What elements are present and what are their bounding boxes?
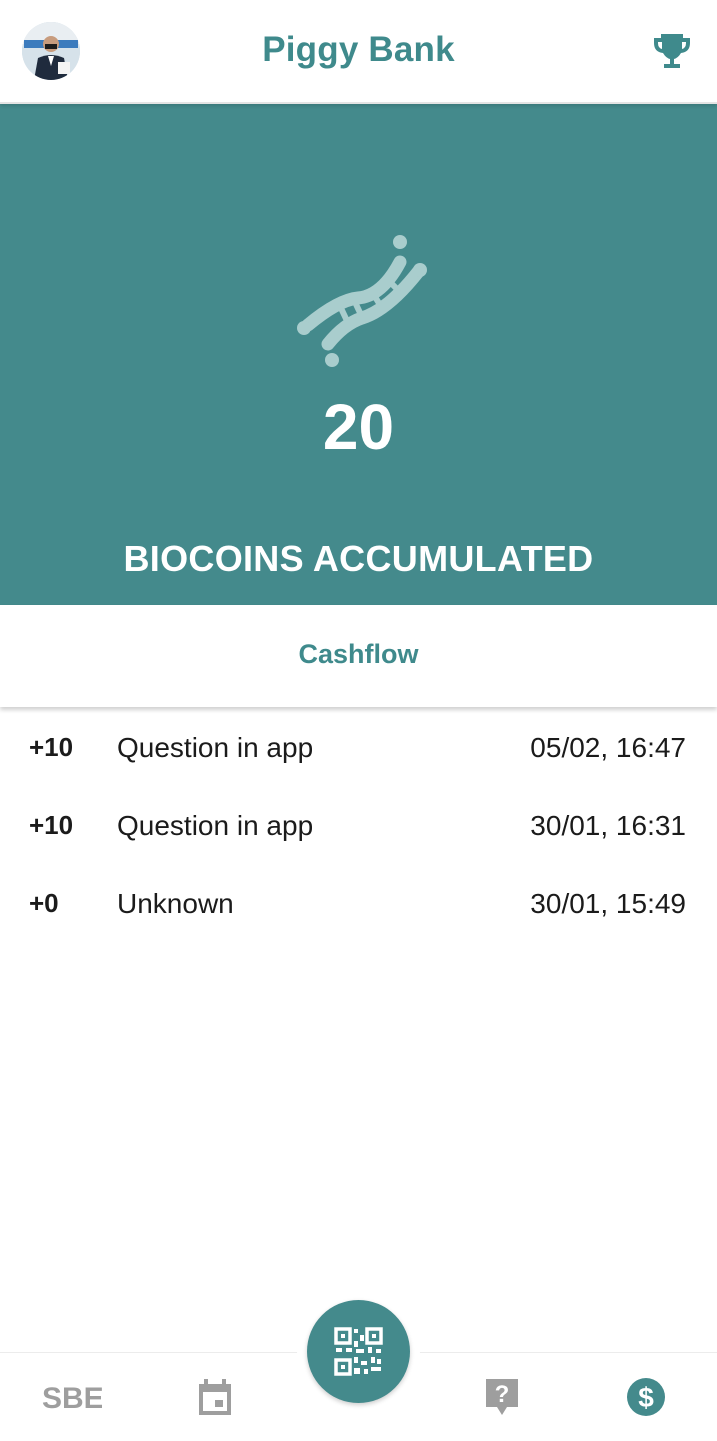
svg-text:?: ? bbox=[495, 1381, 510, 1408]
page-title: Piggy Bank bbox=[262, 30, 455, 69]
transaction-row: +0 Unknown 30/01, 15:49 bbox=[0, 866, 717, 944]
qr-code-icon bbox=[334, 1327, 383, 1376]
transaction-datetime: 30/01, 15:49 bbox=[530, 888, 686, 919]
transaction-datetime: 05/02, 16:47 bbox=[530, 732, 686, 763]
nav-calendar-button[interactable] bbox=[197, 1375, 233, 1419]
transaction-description: Question in app bbox=[117, 810, 314, 841]
transaction-row: +10 Question in app 05/02, 16:47 bbox=[0, 710, 717, 788]
transaction-description: Unknown bbox=[117, 888, 234, 919]
trophy-icon[interactable] bbox=[652, 32, 692, 72]
transaction-amount: +10 bbox=[29, 732, 74, 762]
dna-icon bbox=[297, 235, 427, 367]
nav-piggy-bank-button[interactable]: $ bbox=[626, 1375, 666, 1419]
nav-questions-button[interactable]: ? bbox=[484, 1375, 520, 1419]
balance-caption: BIOCOINS ACCUMULATED bbox=[123, 538, 594, 579]
question-icon: ? bbox=[486, 1379, 518, 1415]
transaction-list: +10 Question in app 05/02, 16:47 +10 Que… bbox=[0, 710, 717, 944]
transaction-row: +10 Question in app 30/01, 16:31 bbox=[0, 788, 717, 866]
svg-text:$: $ bbox=[638, 1382, 654, 1413]
nav-sbe-button[interactable]: SBE bbox=[42, 1375, 104, 1419]
transaction-description: Question in app bbox=[117, 732, 314, 763]
tab-cashflow[interactable]: Cashflow bbox=[0, 639, 717, 670]
balance-panel: 20 BIOCOINS ACCUMULATED bbox=[0, 102, 717, 605]
cashflow-tab-bar: Cashflow bbox=[0, 605, 717, 707]
svg-text:SBE: SBE bbox=[42, 1382, 102, 1415]
transaction-datetime: 30/01, 16:31 bbox=[530, 810, 686, 841]
sbe-logo-icon: SBE bbox=[42, 1382, 104, 1415]
dollar-icon: $ bbox=[627, 1378, 665, 1416]
transaction-amount: +0 bbox=[29, 888, 59, 918]
scan-qr-button[interactable] bbox=[307, 1300, 410, 1403]
transaction-amount: +10 bbox=[29, 810, 74, 840]
calendar-icon bbox=[199, 1379, 231, 1415]
biocoin-balance: 20 bbox=[322, 391, 395, 463]
app-header: Piggy Bank bbox=[0, 0, 717, 104]
